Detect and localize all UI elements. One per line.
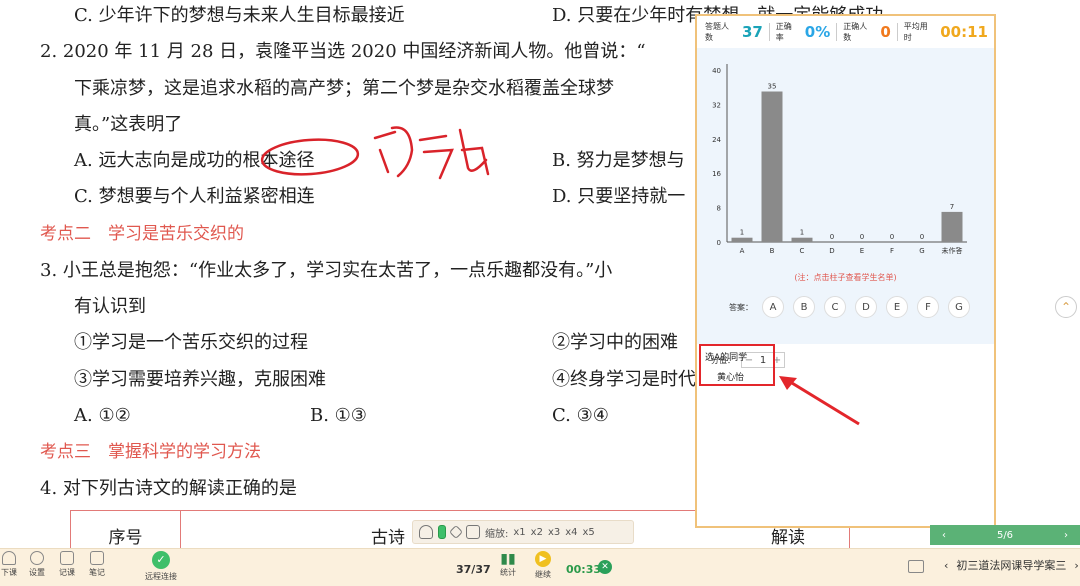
- settings-button[interactable]: 设置: [22, 551, 52, 578]
- answer-option-g[interactable]: G: [948, 296, 970, 318]
- notes-button[interactable]: 笔记: [82, 551, 112, 578]
- x-tick-label: C: [800, 247, 805, 255]
- document-name: 初三道法网课导学案三: [956, 559, 1067, 572]
- bar-value-label: 0: [920, 233, 924, 241]
- y-tick-label: 32: [712, 101, 721, 109]
- y-tick-label: 16: [712, 170, 721, 178]
- prev-page-button[interactable]: ‹: [942, 530, 946, 541]
- chevron-right-icon[interactable]: ›: [1074, 559, 1078, 572]
- bottom-toolbar: 下课 设置 记课 笔记 ✓ 远程连接 37/37 ▮▮ 统计 ▶ 继续 00:33 ✕…: [0, 548, 1080, 586]
- x-tick-label: F: [890, 247, 894, 255]
- mini-toolbar: 缩放: x1 x2 x3 x4 x5: [412, 520, 634, 544]
- record-icon: [60, 551, 74, 565]
- y-tick-label: 24: [712, 136, 721, 144]
- x-tick-label: E: [860, 247, 864, 255]
- stat-correct: 正确人数 0: [843, 22, 891, 42]
- chevron-left-icon[interactable]: ‹: [944, 559, 948, 572]
- close-icon[interactable]: ✕: [598, 560, 612, 574]
- bar-value-label: 0: [890, 233, 894, 241]
- student-name[interactable]: 黄心怡: [717, 370, 744, 383]
- answer-option-a[interactable]: A: [762, 296, 784, 318]
- page-navigator: ‹ 5/6 ›: [930, 525, 1080, 545]
- class-end-button[interactable]: 下课: [0, 551, 24, 578]
- answer-chart-area: 0 8 16 24 32 40 1 A 35 B 1 C 0 D 0 E 0 F 0 G 7 未作答 (注：点击柱子查看学…: [697, 48, 994, 368]
- x-tick-label: A: [740, 247, 745, 255]
- bar-value-label: 1: [800, 229, 804, 237]
- bar-C[interactable]: [791, 237, 813, 242]
- folder-icon[interactable]: [908, 560, 924, 573]
- session-timer: 00:33: [566, 563, 602, 576]
- page-indicator: 5/6: [996, 529, 1014, 541]
- y-tick-label: 0: [717, 239, 721, 247]
- remote-connect-button[interactable]: ✓ 远程连接: [140, 551, 182, 582]
- gear-icon: [30, 551, 44, 565]
- answer-bar-chart: 0 8 16 24 32 40 1 A 35 B 1 C 0 D 0 E 0 F 0 G 7 未作答: [712, 64, 967, 255]
- red-arrow-annotation: [779, 376, 860, 426]
- trash-icon[interactable]: [466, 525, 480, 539]
- y-tick-label: 8: [717, 205, 721, 213]
- x-tick-label: D: [829, 247, 834, 255]
- bar-未作答[interactable]: [941, 211, 963, 242]
- play-icon: ▶: [535, 551, 551, 567]
- bar-chart-icon: ▮▮: [500, 551, 516, 567]
- bar-B[interactable]: [761, 91, 783, 243]
- stat-answered: 答题人数 37: [705, 22, 763, 42]
- bar-A[interactable]: [731, 237, 753, 242]
- check-icon: ✓: [152, 551, 170, 569]
- collapse-up-button[interactable]: ⌃: [1055, 296, 1077, 318]
- answer-option-b[interactable]: B: [793, 296, 815, 318]
- next-page-button[interactable]: ›: [1064, 530, 1068, 541]
- selected-title: 选A的同学: [705, 353, 748, 363]
- x-tick-label: 未作答: [942, 246, 963, 255]
- notes-icon: [90, 551, 104, 565]
- table-header-poem: 古诗: [371, 528, 405, 548]
- answer-option-c[interactable]: C: [824, 296, 846, 318]
- table-header-number: 序号: [71, 511, 181, 548]
- stats-bar: 答题人数 37 正确率 0% 正确人数 0 平均用时 00:11: [697, 16, 994, 48]
- bar-value-label: 0: [830, 233, 834, 241]
- selected-students-box: 选A的同学 黄心怡: [699, 344, 775, 386]
- bar-value-label: 0: [860, 233, 864, 241]
- zoom-x2[interactable]: x2: [531, 527, 543, 538]
- x-tick-label: B: [770, 247, 775, 255]
- answer-selector: 答案： A B C D E F G: [729, 296, 970, 318]
- record-button[interactable]: 记课: [52, 551, 82, 578]
- stat-avg-time: 平均用时 00:11: [903, 22, 988, 42]
- answer-stats-panel: 答题人数 37 正确率 0% 正确人数 0 平均用时 00:11 0 8 16 24 32 40 1…: [695, 14, 996, 528]
- zoom-x4[interactable]: x4: [565, 527, 577, 538]
- answer-option-d[interactable]: D: [855, 296, 877, 318]
- eraser-icon[interactable]: [448, 524, 464, 540]
- bar-value-label: 7: [950, 203, 954, 211]
- continue-button[interactable]: ▶ 继续: [530, 551, 556, 580]
- chart-note: (注：点击柱子查看学生名单): [794, 273, 897, 282]
- pen-icon[interactable]: [438, 525, 446, 539]
- bar-value-label: 1: [740, 229, 744, 237]
- zoom-label: 缩放:: [485, 528, 509, 540]
- zoom-x5[interactable]: x5: [583, 527, 595, 538]
- answer-count: 37/37: [456, 563, 491, 576]
- answer-option-f[interactable]: F: [917, 296, 939, 318]
- answer-label: 答案：: [729, 302, 753, 312]
- stats-button[interactable]: ▮▮ 统计: [496, 551, 520, 578]
- x-tick-label: G: [919, 247, 924, 255]
- zoom-x1[interactable]: x1: [513, 527, 525, 538]
- zoom-x3[interactable]: x3: [548, 527, 560, 538]
- hand-icon[interactable]: [419, 525, 433, 539]
- y-tick-label: 40: [712, 67, 721, 75]
- bar-value-label: 35: [768, 83, 777, 91]
- stat-accuracy: 正确率 0%: [775, 22, 831, 42]
- bell-icon: [2, 551, 16, 565]
- answer-option-e[interactable]: E: [886, 296, 908, 318]
- document-switcher[interactable]: ‹ 初三道法网课导学案三 ›: [944, 557, 1079, 573]
